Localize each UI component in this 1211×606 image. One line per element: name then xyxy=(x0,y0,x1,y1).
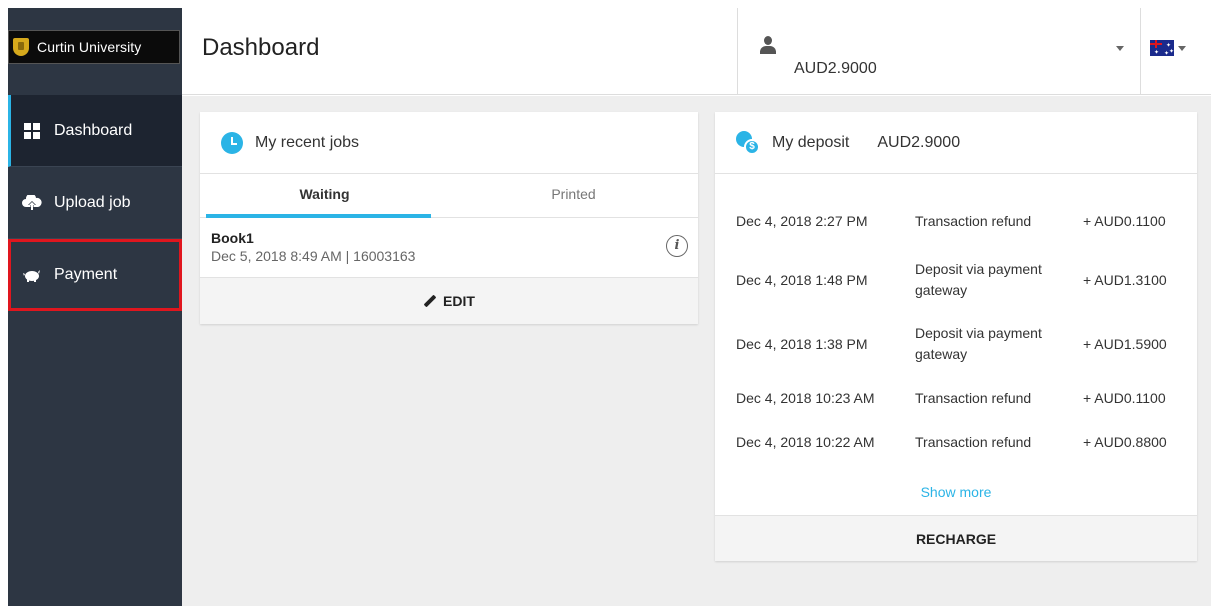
recharge-button[interactable]: RECHARGE xyxy=(715,515,1197,561)
page-title: Dashboard xyxy=(202,34,320,61)
show-more-link[interactable]: Show more xyxy=(715,484,1197,500)
pencil-icon xyxy=(423,294,437,308)
transaction-list: Dec 4, 2018 2:27 PM Transaction refund +… xyxy=(715,174,1197,501)
sidebar-item-payment[interactable]: Payment xyxy=(8,239,182,311)
job-name: Book1 xyxy=(211,230,254,246)
user-balance: AUD2.9000 xyxy=(794,60,877,77)
transaction-amount: + AUD0.1100 xyxy=(1083,390,1166,406)
sidebar-item-upload-job[interactable]: Upload job xyxy=(8,167,182,239)
edit-label: EDIT xyxy=(443,293,475,309)
university-logo[interactable]: Curtin University xyxy=(8,30,180,64)
main-content: My recent jobs Waiting Printed Book1 Dec… xyxy=(182,96,1211,606)
transaction-date: Dec 4, 2018 2:27 PM xyxy=(736,213,868,229)
transaction-amount: + AUD0.1100 xyxy=(1083,213,1166,229)
grid-icon xyxy=(22,122,42,140)
recent-jobs-title: My recent jobs xyxy=(255,133,360,151)
transaction-type: Deposit via payment gateway xyxy=(915,325,1042,362)
deposit-header: $ My deposit AUD2.9000 xyxy=(715,112,1197,174)
edit-button[interactable]: EDIT xyxy=(200,278,698,324)
coins-icon: $ xyxy=(736,130,760,155)
transaction-date: Dec 4, 2018 1:48 PM xyxy=(736,272,868,288)
transaction-row: Dec 4, 2018 1:38 PM Deposit via payment … xyxy=(715,312,1197,376)
deposit-card: $ My deposit AUD2.9000 Dec 4, 2018 2:27 … xyxy=(715,112,1197,561)
sidebar-item-dashboard[interactable]: Dashboard xyxy=(8,95,182,167)
clock-icon xyxy=(221,131,243,154)
cloud-upload-icon xyxy=(22,194,42,212)
transaction-amount: + AUD1.3100 xyxy=(1083,272,1167,288)
transaction-type: Deposit via payment gateway xyxy=(915,261,1042,298)
info-icon[interactable]: i xyxy=(666,235,688,257)
piggy-bank-icon xyxy=(22,266,42,284)
transaction-date: Dec 4, 2018 1:38 PM xyxy=(736,336,868,352)
crest-icon xyxy=(13,38,29,56)
recent-jobs-card: My recent jobs Waiting Printed Book1 Dec… xyxy=(200,112,698,324)
transaction-row: Dec 4, 2018 2:27 PM Transaction refund +… xyxy=(715,194,1197,248)
transaction-type: Transaction refund xyxy=(915,433,1032,450)
transaction-type: Transaction refund xyxy=(915,212,1032,229)
transaction-type: Transaction refund xyxy=(915,389,1032,406)
jobs-tabs: Waiting Printed xyxy=(200,174,698,218)
transaction-amount: + AUD0.8800 xyxy=(1083,434,1167,450)
sidebar: Curtin University Dashboard Upload job P… xyxy=(8,8,182,606)
recent-jobs-header: My recent jobs xyxy=(200,112,698,174)
top-header: Dashboard AUD2.9000 ✦ ✦ ✦ ✦ xyxy=(182,8,1211,95)
deposit-title: My deposit xyxy=(772,133,850,151)
australia-flag-icon: ✦ ✦ ✦ ✦ xyxy=(1150,40,1174,56)
user-icon xyxy=(760,36,776,54)
transaction-row: Dec 4, 2018 10:23 AM Transaction refund … xyxy=(715,376,1197,420)
chevron-down-icon xyxy=(1116,46,1124,51)
job-meta: Dec 5, 2018 8:49 AM | 16003163 xyxy=(211,248,416,264)
transaction-row: Dec 4, 2018 1:48 PM Deposit via payment … xyxy=(715,248,1197,312)
transaction-date: Dec 4, 2018 10:22 AM xyxy=(736,434,875,450)
job-list-item[interactable]: Book1 Dec 5, 2018 8:49 AM | 16003163 i xyxy=(200,218,698,278)
logo-bar: Curtin University xyxy=(8,8,182,95)
tab-printed[interactable]: Printed xyxy=(449,174,698,217)
language-selector[interactable]: ✦ ✦ ✦ ✦ xyxy=(1150,38,1202,58)
sidebar-item-label: Upload job xyxy=(54,193,131,211)
sidebar-item-label: Dashboard xyxy=(54,121,133,139)
chevron-down-icon xyxy=(1178,45,1186,51)
user-balance-dropdown[interactable]: AUD2.9000 xyxy=(737,8,1141,95)
tab-waiting[interactable]: Waiting xyxy=(200,174,449,218)
transaction-date: Dec 4, 2018 10:23 AM xyxy=(736,390,875,406)
sidebar-item-label: Payment xyxy=(54,265,118,283)
logo-text: Curtin University xyxy=(37,39,142,55)
transaction-amount: + AUD1.5900 xyxy=(1083,336,1167,352)
deposit-amount: AUD2.9000 xyxy=(877,133,961,151)
transaction-row: Dec 4, 2018 10:22 AM Transaction refund … xyxy=(715,420,1197,464)
